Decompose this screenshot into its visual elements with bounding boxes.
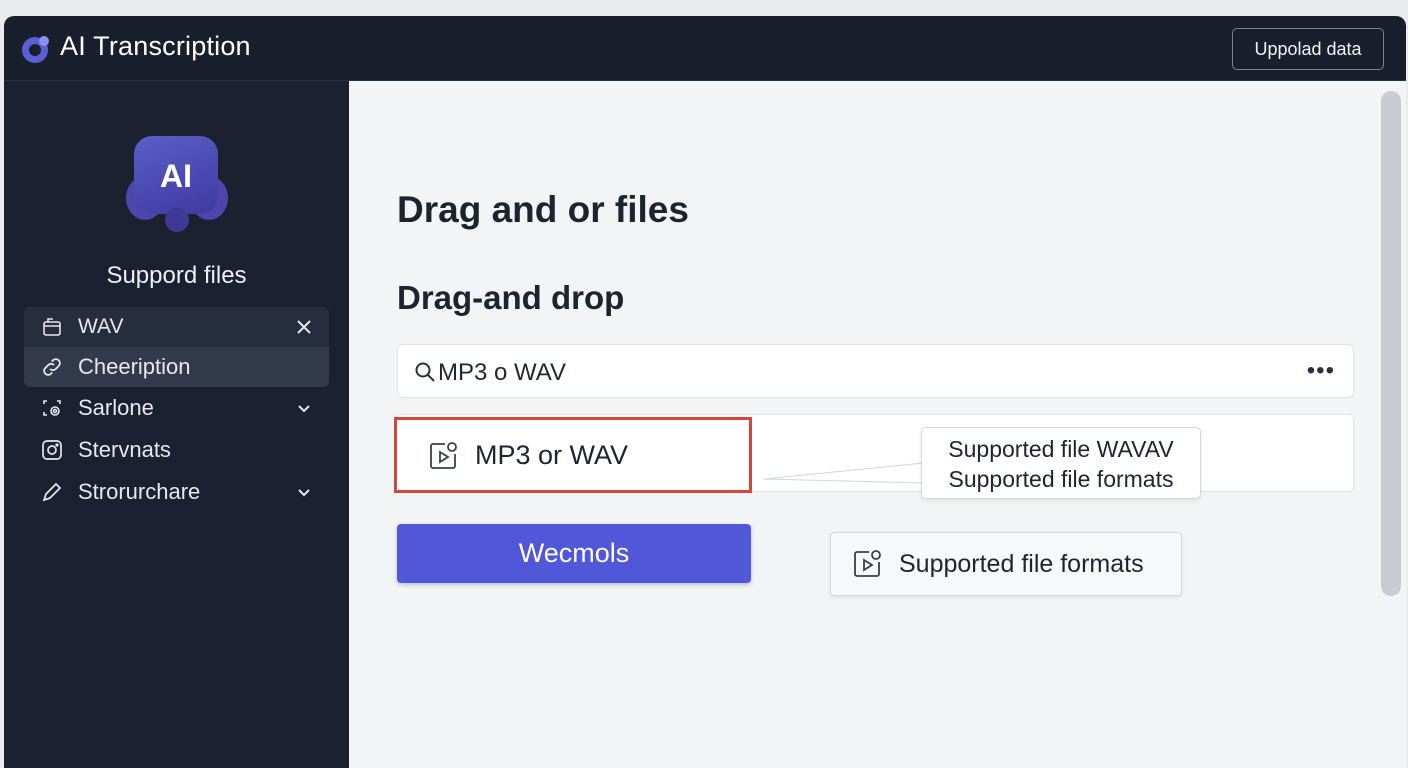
file-item-label: MP3 or WAV xyxy=(475,440,629,470)
link-icon xyxy=(43,358,61,376)
app-logo-icon xyxy=(22,36,49,63)
supported-formats-chip[interactable]: Supported file formats xyxy=(830,532,1182,596)
sidebar-item-label: Stervnats xyxy=(78,437,171,462)
primary-action-button[interactable]: Wecmols xyxy=(397,524,751,583)
close-icon[interactable] xyxy=(295,318,313,336)
sidebar-item-stervnats[interactable]: Stervnats xyxy=(24,429,329,471)
upload-data-button[interactable]: Uppolad data xyxy=(1232,28,1384,70)
supported-formats-tooltip: Supported file WAVAV Supported file form… xyxy=(921,427,1201,499)
section-title: Drag-and drop xyxy=(397,279,625,316)
chevron-down-icon[interactable] xyxy=(295,483,313,501)
sidebar-item-label: Strorurchare xyxy=(78,479,201,504)
sidebar-item-cheeription[interactable]: Cheeription xyxy=(24,347,329,387)
ai-badge-label: AI xyxy=(160,158,192,194)
pen-icon xyxy=(42,482,62,502)
media-file-icon xyxy=(854,550,881,577)
settings-panel-icon xyxy=(43,400,61,416)
sidebar-item-label: Sarlone xyxy=(78,395,154,420)
chip-label: Supported file formats xyxy=(899,550,1144,578)
tooltip-line-1: Supported file WAVAV xyxy=(948,436,1174,462)
sidebar-item-sarlone[interactable]: Sarlone xyxy=(24,387,329,429)
file-tray-icon xyxy=(43,318,61,336)
tooltip-line-2: Supported file formats xyxy=(948,466,1174,492)
sidebar-item-label: Cheeription xyxy=(78,354,191,379)
app-window: AI Transcription Uppolad data AI Suppord… xyxy=(4,16,1406,768)
title-bar: AI Transcription Uppolad data xyxy=(4,16,1406,81)
more-options-icon[interactable]: ••• xyxy=(1307,357,1335,385)
sidebar: AI Suppord files WAV Cheeription Sarlone… xyxy=(4,81,349,768)
search-input[interactable]: MP3 o WAV ••• xyxy=(397,344,1354,398)
app-title: AI Transcription xyxy=(60,31,251,61)
sidebar-item-label: WAV xyxy=(78,315,124,338)
search-value: MP3 o WAV xyxy=(438,359,567,386)
file-item[interactable]: MP3 or WAV xyxy=(394,417,752,493)
vertical-scrollbar[interactable] xyxy=(1381,91,1401,596)
page-title: Drag and or files xyxy=(397,189,689,230)
sidebar-nav: WAV Cheeription Sarlone Stervnats Stroru… xyxy=(24,307,329,513)
chevron-down-icon[interactable] xyxy=(295,399,313,417)
sidebar-heading: Suppord files xyxy=(106,262,247,289)
ai-badge: AI xyxy=(124,136,230,248)
sidebar-item-wav[interactable]: WAV xyxy=(24,307,329,347)
instagram-icon xyxy=(42,440,62,460)
tooltip-pointer xyxy=(764,462,924,484)
main-panel: Drag and or files Drag-and drop MP3 o WA… xyxy=(349,81,1406,768)
media-file-icon xyxy=(430,442,457,469)
sidebar-item-strorurchare[interactable]: Strorurchare xyxy=(24,471,329,513)
search-icon xyxy=(415,362,435,382)
